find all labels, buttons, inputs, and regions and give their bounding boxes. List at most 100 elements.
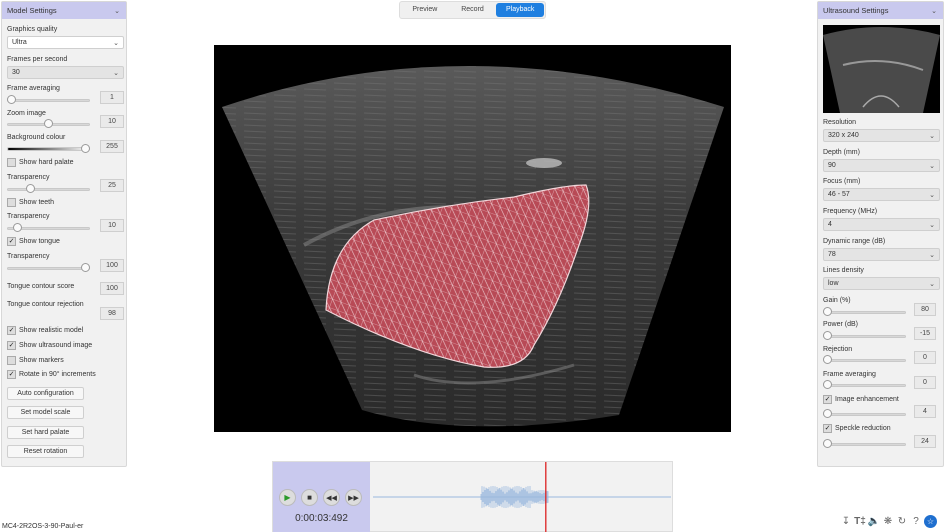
power-value[interactable]: -15 bbox=[914, 327, 936, 340]
select-value: 4 bbox=[828, 221, 832, 228]
speckle-reduction-slider[interactable] bbox=[823, 439, 906, 449]
tongue-contour-rejection-value[interactable]: 98 bbox=[100, 307, 124, 320]
checkbox-label: Show ultrasound image bbox=[19, 342, 93, 349]
power-slider[interactable] bbox=[823, 331, 906, 341]
set-model-scale-button[interactable]: Set model scale bbox=[7, 406, 84, 419]
checkbox-label: Show realistic model bbox=[19, 327, 84, 334]
background-colour-slider[interactable] bbox=[7, 144, 90, 154]
accessibility-icon[interactable]: ☆ bbox=[924, 515, 937, 528]
image-enhancement-value[interactable]: 4 bbox=[914, 405, 936, 418]
frequency-label: Frequency (MHz) bbox=[823, 208, 878, 215]
chevron-down-icon: ⌄ bbox=[929, 132, 935, 140]
check-icon: ✓ bbox=[823, 424, 832, 433]
playback-time: 0:00:03:492 bbox=[295, 513, 348, 524]
graphics-quality-select[interactable]: Ultra ⌄ bbox=[7, 36, 124, 49]
auto-configuration-button[interactable]: Auto configuration bbox=[7, 387, 84, 400]
resolution-label: Resolution bbox=[823, 119, 857, 126]
frame-averaging-slider[interactable] bbox=[7, 95, 90, 105]
fps-select[interactable]: 30 ⌄ bbox=[7, 66, 124, 79]
fps-label: Frames per second bbox=[7, 56, 68, 63]
show-markers-checkbox[interactable]: Show markers bbox=[7, 356, 64, 365]
transparency-value[interactable]: 10 bbox=[100, 219, 124, 232]
rejection-slider[interactable] bbox=[823, 355, 906, 365]
sound-icon[interactable]: 🔈 bbox=[868, 516, 880, 528]
transparency-value[interactable]: 100 bbox=[100, 259, 124, 272]
dynamic-range-select[interactable]: 78 ⌄ bbox=[823, 248, 940, 261]
text-icon[interactable]: T‡ bbox=[854, 516, 866, 528]
zoom-image-value[interactable]: 10 bbox=[100, 115, 124, 128]
panel-title: Ultrasound Settings bbox=[823, 6, 889, 15]
stop-icon[interactable]: ■ bbox=[301, 489, 318, 506]
show-teeth-checkbox[interactable]: Show teeth bbox=[7, 198, 54, 207]
ultrasound-settings-header[interactable]: Ultrasound Settings ⌄ bbox=[818, 2, 943, 19]
speckle-reduction-checkbox[interactable]: ✓ Speckle reduction bbox=[823, 424, 891, 433]
show-ultrasound-image-checkbox[interactable]: ✓ Show ultrasound image bbox=[7, 341, 92, 350]
background-colour-label: Background colour bbox=[7, 134, 66, 141]
checkbox-label: Speckle reduction bbox=[835, 425, 891, 432]
rewind-icon[interactable]: ◀◀ bbox=[323, 489, 340, 506]
select-value: 90 bbox=[828, 162, 836, 169]
frame-averaging-value[interactable]: 1 bbox=[100, 91, 124, 104]
show-realistic-model-checkbox[interactable]: ✓ Show realistic model bbox=[7, 326, 83, 335]
gain-value[interactable]: 80 bbox=[914, 303, 936, 316]
rotate-90-checkbox[interactable]: ✓ Rotate in 90° increments bbox=[7, 370, 96, 379]
frame-averaging-value[interactable]: 0 bbox=[914, 376, 936, 389]
speckle-reduction-value[interactable]: 24 bbox=[914, 435, 936, 448]
frequency-select[interactable]: 4 ⌄ bbox=[823, 218, 940, 231]
tab-record[interactable]: Record bbox=[449, 3, 497, 17]
tab-playback[interactable]: Playback bbox=[496, 3, 545, 17]
set-hard-palate-button[interactable]: Set hard palate bbox=[7, 426, 84, 439]
show-hard-palate-checkbox[interactable]: Show hard palate bbox=[7, 158, 73, 167]
toolbar-icons: ↧ T‡ 🔈 ❋ ↻ ? ☆ bbox=[840, 515, 937, 528]
chevron-down-icon: ⌄ bbox=[929, 162, 935, 170]
image-enhancement-slider[interactable] bbox=[823, 409, 906, 419]
playback-timeline: ▶ ■ ◀◀ ▶▶ 0:00:03:492 bbox=[272, 461, 673, 532]
lines-density-label: Lines density bbox=[823, 267, 864, 274]
panel-title: Model Settings bbox=[7, 6, 57, 15]
gain-slider[interactable] bbox=[823, 307, 906, 317]
transparency-slider[interactable] bbox=[7, 184, 90, 194]
ultrasound-settings-panel: Ultrasound Settings ⌄ Resolution 320 x 2… bbox=[817, 1, 944, 467]
background-colour-value[interactable]: 255 bbox=[100, 140, 124, 153]
transparency-slider[interactable] bbox=[7, 263, 90, 273]
show-tongue-checkbox[interactable]: ✓ Show tongue bbox=[7, 237, 60, 246]
settings-icon[interactable]: ❋ bbox=[882, 516, 894, 528]
power-label: Power (dB) bbox=[823, 321, 859, 328]
gain-label: Gain (%) bbox=[823, 297, 851, 304]
focus-select[interactable]: 46 - 57 ⌄ bbox=[823, 188, 940, 201]
tab-preview[interactable]: Preview bbox=[401, 3, 449, 17]
lines-density-select[interactable]: low ⌄ bbox=[823, 277, 940, 290]
transparency-slider[interactable] bbox=[7, 223, 90, 233]
select-value: 46 - 57 bbox=[828, 191, 850, 198]
chevron-down-icon[interactable]: ⌄ bbox=[114, 7, 120, 15]
depth-label: Depth (mm) bbox=[823, 149, 860, 156]
rejection-value[interactable]: 0 bbox=[914, 351, 936, 364]
zoom-image-slider[interactable] bbox=[7, 119, 90, 129]
audio-waveform[interactable] bbox=[373, 462, 673, 532]
model-settings-header[interactable]: Model Settings ⌄ bbox=[2, 2, 126, 19]
mode-tabs: Preview Record Playback bbox=[399, 1, 546, 19]
resolution-select[interactable]: 320 x 240 ⌄ bbox=[823, 129, 940, 142]
transparency-value[interactable]: 25 bbox=[100, 179, 124, 192]
ultrasound-3d-view[interactable] bbox=[214, 45, 731, 432]
checkbox-label: Image enhancement bbox=[835, 396, 899, 403]
depth-select[interactable]: 90 ⌄ bbox=[823, 159, 940, 172]
play-icon[interactable]: ▶ bbox=[279, 489, 296, 506]
chevron-down-icon[interactable]: ⌄ bbox=[931, 7, 937, 15]
refresh-icon[interactable]: ↻ bbox=[896, 516, 908, 528]
reset-rotation-button[interactable]: Reset rotation bbox=[7, 445, 84, 458]
select-value: 320 x 240 bbox=[828, 132, 859, 139]
fast-forward-icon[interactable]: ▶▶ bbox=[345, 489, 362, 506]
help-icon[interactable]: ? bbox=[910, 516, 922, 528]
checkbox-label: Show hard palate bbox=[19, 159, 74, 166]
tongue-contour-score-value[interactable]: 100 bbox=[100, 282, 124, 295]
checkbox-box bbox=[7, 198, 16, 207]
chevron-down-icon: ⌄ bbox=[929, 221, 935, 229]
frame-averaging-slider[interactable] bbox=[823, 380, 906, 390]
check-icon: ✓ bbox=[7, 237, 16, 246]
zoom-image-label: Zoom image bbox=[7, 110, 46, 117]
tongue-contour-score-label: Tongue contour score bbox=[7, 283, 75, 290]
file-name: MC4-2R2OS-3-90-Paul-er bbox=[2, 523, 84, 530]
download-icon[interactable]: ↧ bbox=[840, 516, 852, 528]
image-enhancement-checkbox[interactable]: ✓ Image enhancement bbox=[823, 395, 899, 404]
